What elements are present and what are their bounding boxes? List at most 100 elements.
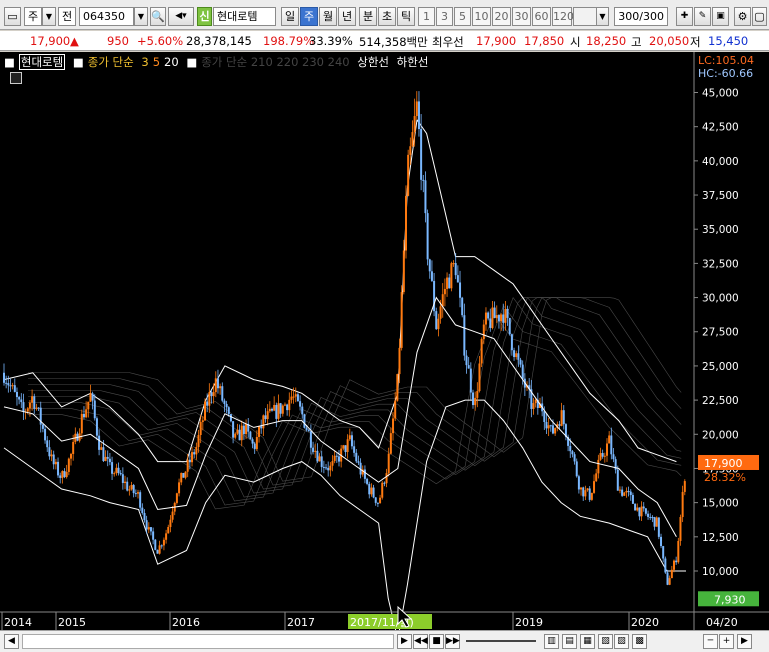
chart-tool-icon-3[interactable]: ▦ [580,634,595,649]
scroll-right-icon[interactable]: ▶ [397,634,412,649]
candle-body [342,445,345,449]
tab-day[interactable]: 일 [281,7,299,26]
window-close-icon[interactable]: ▢ [752,7,767,26]
candle-body [543,411,546,422]
scroll-track[interactable] [22,634,394,649]
interval-5[interactable]: 5 [454,7,471,26]
candle-body [439,306,442,319]
chart-tool-icon-1[interactable]: ▥ [544,634,559,649]
candle-body [482,324,485,340]
candle-body [353,446,356,453]
candle-body [13,385,16,392]
save-icon[interactable]: ▣ [712,7,729,26]
tab-week[interactable]: 주 [300,7,318,26]
legend-lower[interactable]: 하한선 [397,55,429,69]
candle-body [9,385,12,387]
long-ma-fan [28,296,682,510]
tab-tick[interactable]: 틱 [397,7,415,26]
price-chart[interactable]: 45,000 42,500 40,000 37,500 35,000 32,500 30,0… [0,52,769,640]
zoom-slider[interactable] [466,640,536,642]
candle-body [85,409,88,418]
scroll-end-right-icon[interactable]: ▶ [737,634,752,649]
candle-body [495,315,498,319]
tab-minute[interactable]: 분 [359,7,377,26]
grid-settings-icon[interactable] [10,72,22,84]
rewind-icon[interactable]: ◀◀ [413,634,428,649]
interval-30[interactable]: 30 [512,7,531,26]
candle-body [644,508,647,514]
interval-10[interactable]: 10 [472,7,491,26]
chart-tool-icon-6[interactable]: ▩ [632,634,647,649]
interval-20[interactable]: 20 [492,7,511,26]
candle-body [350,435,353,447]
zoom-out-icon[interactable]: ─ [703,634,718,649]
period-prefix[interactable]: 전 [58,7,76,26]
candle-body [50,454,53,457]
chart-tool-icon-2[interactable]: ▤ [562,634,577,649]
interval-3[interactable]: 3 [436,7,453,26]
candle-body [325,467,328,469]
candle-body [618,489,621,491]
candle-body [255,436,258,450]
y-tick-label: 45,000 [702,88,739,100]
candle-body [126,481,129,491]
speaker-icon[interactable]: ◀▾ [168,7,194,26]
interval-120[interactable]: 120 [552,7,574,26]
legend-square-icon: ■ [4,55,15,69]
legend-ma-label[interactable]: 종가 단순 [88,55,134,69]
code-dropdown-icon[interactable]: ▼ [134,7,148,26]
candle-body [634,503,637,511]
high-label: 고 [631,35,642,49]
candle-body [428,259,431,272]
stop-icon[interactable]: ■ [429,634,444,649]
market-select[interactable]: 주 [24,7,42,26]
count-input[interactable]: 300/300 [614,7,668,26]
chart-tool-icon-4[interactable]: ▧ [598,634,613,649]
interval-1[interactable]: 1 [418,7,435,26]
candle-body [631,495,634,504]
market-dropdown-icon[interactable]: ▼ [42,7,56,26]
legend-stock-name[interactable]: 현대로템 [18,54,66,70]
legend-upper[interactable]: 상한선 [357,55,389,69]
draw-icon[interactable]: ✎ [694,7,711,26]
tab-month[interactable]: 월 [319,7,337,26]
candle-body [264,415,267,420]
x-tick-label: 2017 [287,616,315,629]
candle-body [225,403,228,408]
gear-icon[interactable]: ⚙ [734,7,751,26]
stock-code-input[interactable]: 064350 [79,7,134,26]
candle-body [273,404,276,411]
candle-body [15,391,18,398]
candle-body [506,308,509,318]
search-icon[interactable]: 🔍 [150,7,166,26]
candle-body [454,263,457,276]
candle-body [519,359,522,365]
fast-forward-icon[interactable]: ▶▶ [445,634,460,649]
interval-60[interactable]: 60 [532,7,551,26]
candle-body [387,453,390,474]
window-icon[interactable]: ▭ [4,7,21,26]
scroll-left-icon[interactable]: ◀ [4,634,19,649]
interval-dropdown-icon[interactable]: ▼ [596,7,609,26]
candle-body [560,410,563,426]
zoom-in-icon[interactable]: + [719,634,734,649]
candle-body [260,426,263,429]
candle-body [141,507,144,514]
tab-year[interactable]: 년 [338,7,356,26]
candle-body [580,487,583,490]
candle-body [37,407,40,409]
candle-body [288,399,291,411]
legend-hidden-ma[interactable]: 종가 단순 210 220 230 240 [201,55,349,69]
crosshair-icon[interactable]: ✚ [676,7,693,26]
candle-body [510,334,513,351]
candle-body [203,401,206,421]
chart-tool-icon-5[interactable]: ▨ [614,634,629,649]
candle-body [294,394,297,397]
candle-body [551,425,554,434]
tab-second[interactable]: 초 [378,7,396,26]
candle-body [441,294,444,307]
chart-legend: ■ 현대로템 ■ 종가 단순 3 5 20 ■ 종가 단순 210 220 230 240… [4,54,432,70]
chart-area[interactable]: 45,000 42,500 40,000 37,500 35,000 32,500 30,0… [0,52,769,640]
candle-body [430,271,433,281]
candle-body [57,461,60,476]
